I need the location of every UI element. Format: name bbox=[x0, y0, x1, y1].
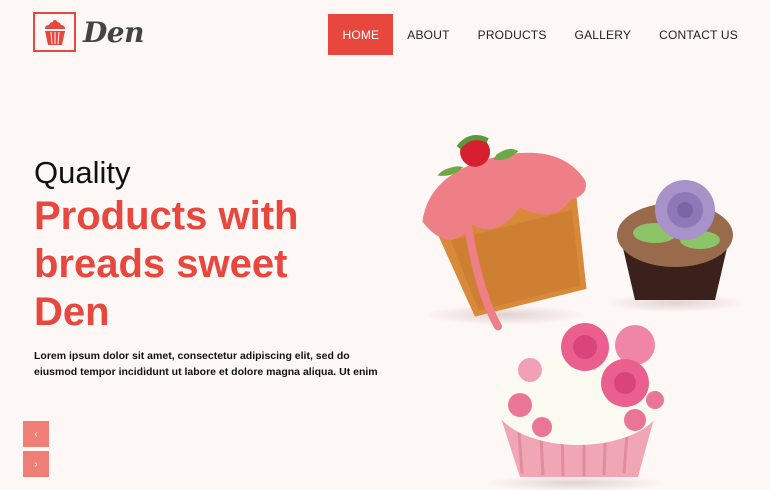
nav-item-contact[interactable]: CONTACT US bbox=[645, 14, 752, 55]
cupcakes-image bbox=[410, 115, 770, 490]
nav-item-gallery[interactable]: GALLERY bbox=[561, 14, 646, 55]
brand-name: Den bbox=[83, 15, 144, 49]
nav-item-products[interactable]: PRODUCTS bbox=[464, 14, 561, 55]
hero-title: Products with breads sweet Den bbox=[34, 194, 299, 334]
hero-description: Lorem ipsum dolor sit amet, consectetur … bbox=[34, 350, 378, 378]
hero-pre-title: Quality bbox=[34, 155, 131, 190]
nav-item-about[interactable]: ABOUT bbox=[393, 14, 463, 55]
cupcake-logo-icon bbox=[33, 12, 76, 52]
nav-item-home[interactable]: HOME bbox=[328, 14, 394, 55]
slider-prev-button[interactable]: ‹ bbox=[23, 421, 49, 447]
logo[interactable]: Den bbox=[33, 12, 144, 52]
main-nav: HOME ABOUT PRODUCTS GALLERY CONTACT US bbox=[328, 14, 752, 55]
slider-next-button[interactable]: › bbox=[23, 451, 49, 477]
